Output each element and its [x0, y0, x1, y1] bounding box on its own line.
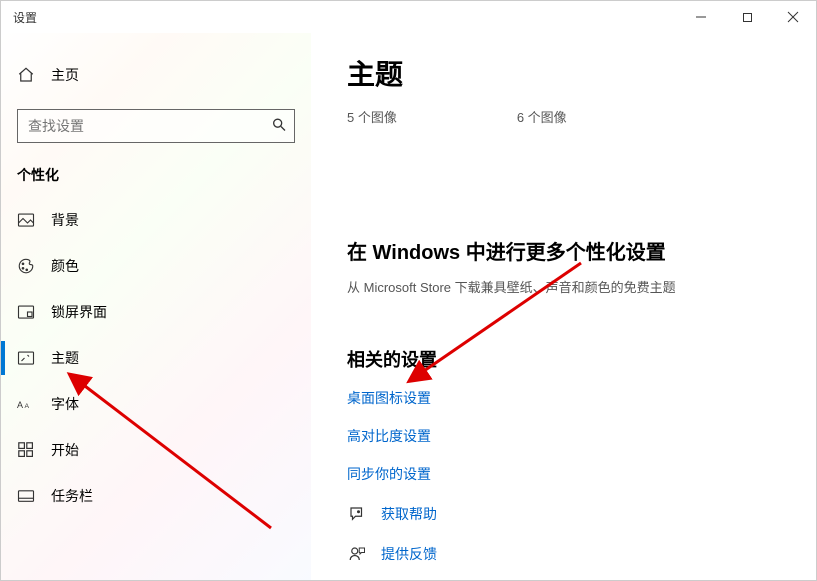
sidebar: 主页 个性化 背景 — [1, 33, 311, 580]
sidebar-item-start[interactable]: 开始 — [1, 427, 311, 473]
sidebar-section-title: 个性化 — [1, 165, 311, 197]
content-pane: 主题 5 个图像 6 个图像 在 Windows 中进行更多个性化设置 从 Mi… — [311, 33, 816, 580]
help-icon — [347, 505, 367, 523]
sidebar-item-background[interactable]: 背景 — [1, 197, 311, 243]
sidebar-item-label: 锁屏界面 — [51, 302, 107, 322]
sidebar-item-label: 背景 — [51, 210, 79, 230]
sidebar-item-fonts[interactable]: A A 字体 — [1, 381, 311, 427]
sidebar-item-taskbar[interactable]: 任务栏 — [1, 473, 311, 519]
thumbnail-count: 6 个图像 — [517, 107, 567, 126]
lockscreen-icon — [17, 304, 35, 320]
sidebar-item-label: 任务栏 — [51, 486, 93, 506]
start-icon — [17, 442, 35, 458]
theme-thumbnail-counts: 5 个图像 6 个图像 — [347, 107, 816, 126]
sidebar-item-colors[interactable]: 颜色 — [1, 243, 311, 289]
sidebar-item-themes[interactable]: 主题 — [1, 335, 311, 381]
image-icon — [17, 212, 35, 228]
link-high-contrast-settings[interactable]: 高对比度设置 — [347, 426, 816, 446]
page-title: 主题 — [347, 53, 816, 93]
close-button[interactable] — [770, 1, 816, 33]
thumbnail-count: 5 个图像 — [347, 107, 397, 126]
link-sync-settings[interactable]: 同步你的设置 — [347, 464, 816, 484]
feedback-icon — [347, 545, 367, 563]
nav-list: 背景 颜色 — [1, 197, 311, 519]
sidebar-item-label: 颜色 — [51, 256, 79, 276]
maximize-button[interactable] — [724, 1, 770, 33]
home-label: 主页 — [51, 65, 79, 85]
sidebar-item-label: 开始 — [51, 440, 79, 460]
home-nav[interactable]: 主页 — [1, 57, 311, 93]
search-container — [17, 109, 295, 143]
give-feedback-label: 提供反馈 — [381, 544, 437, 564]
svg-text:A: A — [25, 403, 30, 410]
give-feedback-link[interactable]: 提供反馈 — [347, 544, 816, 564]
search-icon[interactable] — [271, 117, 287, 136]
titlebar: 设置 — [1, 1, 816, 33]
get-help-label: 获取帮助 — [381, 504, 437, 524]
search-input[interactable] — [17, 109, 295, 143]
more-personalization-heading: 在 Windows 中进行更多个性化设置 — [347, 236, 816, 265]
home-icon — [17, 66, 35, 84]
minimize-button[interactable] — [678, 1, 724, 33]
font-icon: A A — [17, 396, 35, 412]
get-help-link[interactable]: 获取帮助 — [347, 504, 816, 524]
taskbar-icon — [17, 489, 35, 503]
themes-icon — [17, 350, 35, 366]
window-title: 设置 — [13, 9, 37, 26]
link-desktop-icon-settings[interactable]: 桌面图标设置 — [347, 388, 816, 408]
more-personalization-desc: 从 Microsoft Store 下载兼具壁纸、声音和颜色的免费主题 — [347, 277, 816, 296]
sidebar-item-label: 字体 — [51, 394, 79, 414]
related-settings-heading: 相关的设置 — [347, 346, 816, 372]
sidebar-item-label: 主题 — [51, 348, 79, 368]
palette-icon — [17, 257, 35, 275]
sidebar-item-lockscreen[interactable]: 锁屏界面 — [1, 289, 311, 335]
svg-text:A: A — [17, 400, 23, 410]
